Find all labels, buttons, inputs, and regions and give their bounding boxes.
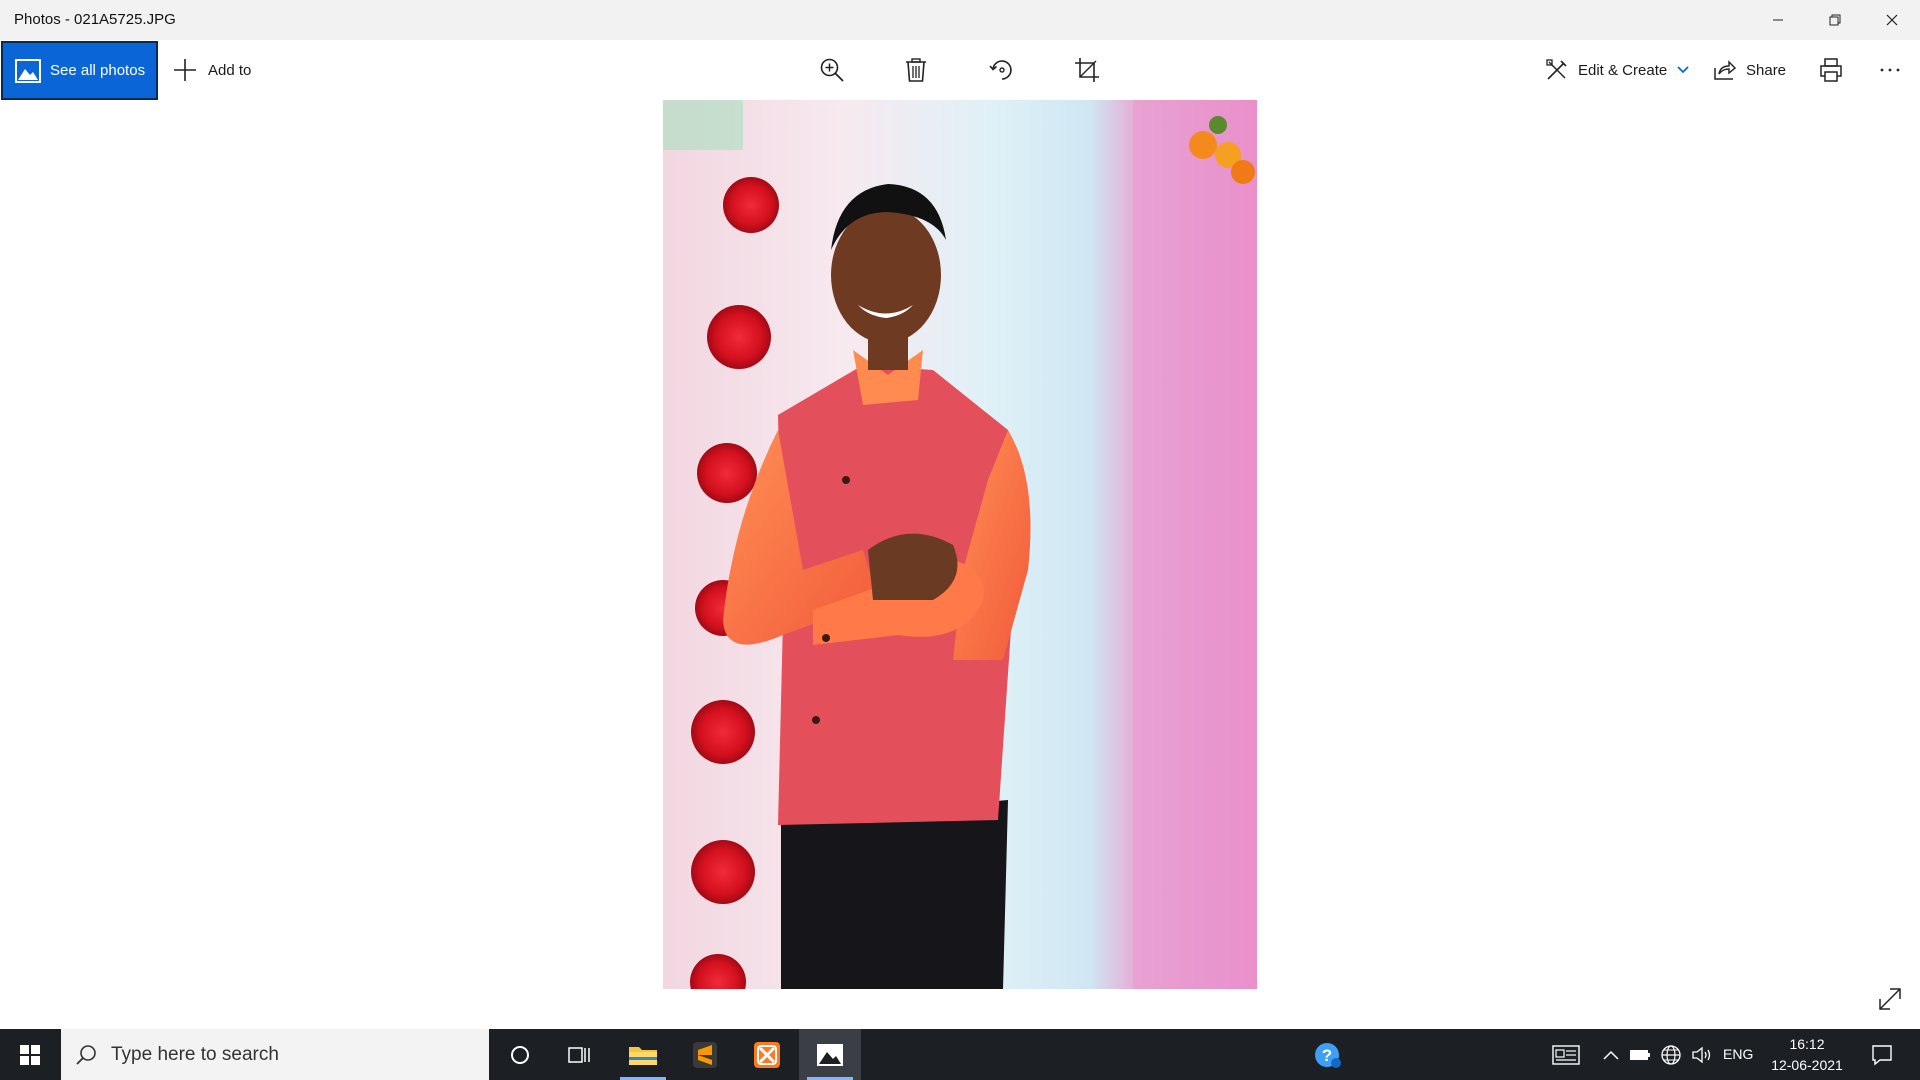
sublime-text-button[interactable] xyxy=(674,1029,736,1080)
minimize-button[interactable] xyxy=(1749,0,1806,40)
file-explorer-icon xyxy=(629,1046,657,1065)
plus-icon xyxy=(174,59,196,81)
gallery-icon xyxy=(15,58,41,83)
more-button[interactable] xyxy=(1874,54,1906,86)
start-button[interactable] xyxy=(0,1029,60,1080)
zoom-button[interactable] xyxy=(816,54,848,86)
notification-icon xyxy=(1872,1044,1892,1065)
search-icon xyxy=(76,1044,96,1065)
chevron-up-icon xyxy=(1603,1050,1619,1060)
xampp-button[interactable] xyxy=(736,1029,798,1080)
print-icon xyxy=(1820,58,1842,82)
add-to-button[interactable]: Add to xyxy=(172,54,251,86)
clock-time: 16:12 xyxy=(1789,1036,1825,1052)
network-button[interactable] xyxy=(1658,1029,1684,1080)
taskbar-search-box[interactable]: Type here to search xyxy=(61,1029,489,1080)
help-icon: ? xyxy=(1315,1042,1341,1068)
full-screen-button[interactable] xyxy=(1876,985,1904,1013)
close-icon xyxy=(1886,14,1897,26)
restore-icon xyxy=(1829,14,1840,26)
sublime-text-icon xyxy=(693,1041,717,1068)
portrait-photo xyxy=(663,100,1257,989)
print-button[interactable] xyxy=(1815,54,1847,86)
battery-button[interactable] xyxy=(1628,1029,1652,1080)
edit-create-button[interactable]: Edit & Create xyxy=(1546,54,1689,86)
title-bar: Photos - 021A5725.JPG xyxy=(0,0,1920,40)
help-button[interactable]: ? xyxy=(1310,1029,1346,1080)
news-icon xyxy=(1552,1044,1580,1065)
taskbar: Type here to search ? ENG 16:12 12-06-20… xyxy=(0,1029,1920,1080)
crop-icon xyxy=(1075,58,1099,82)
chevron-down-icon xyxy=(1677,66,1689,74)
see-all-photos-button[interactable]: See all photos xyxy=(1,41,158,100)
clock[interactable]: 16:12 12-06-2021 xyxy=(1767,1034,1847,1076)
volume-button[interactable] xyxy=(1689,1029,1715,1080)
photos-app-icon xyxy=(817,1043,843,1066)
rotate-button[interactable] xyxy=(986,54,1018,86)
clock-date: 12-06-2021 xyxy=(1771,1057,1843,1073)
delete-icon xyxy=(906,58,926,82)
task-view-icon xyxy=(568,1046,590,1063)
see-all-photos-label: See all photos xyxy=(50,62,146,79)
speaker-icon xyxy=(1692,1046,1711,1063)
cortana-icon xyxy=(511,1045,529,1064)
more-icon xyxy=(1880,68,1900,72)
expand-icon xyxy=(1879,988,1901,1010)
news-button[interactable] xyxy=(1547,1029,1585,1080)
zoom-in-icon xyxy=(820,58,844,82)
file-explorer-button[interactable] xyxy=(612,1029,674,1080)
delete-button[interactable] xyxy=(900,54,932,86)
cortana-button[interactable] xyxy=(492,1029,548,1080)
action-center-button[interactable] xyxy=(1862,1029,1902,1080)
input-language-indicator[interactable]: ENG xyxy=(1723,1046,1753,1062)
rotate-icon xyxy=(989,60,1012,80)
search-placeholder: Type here to search xyxy=(111,1043,279,1065)
window-title: Photos - 021A5725.JPG xyxy=(14,11,176,28)
edit-create-icon xyxy=(1546,59,1567,80)
svg-text:?: ? xyxy=(1322,1046,1332,1065)
photo-viewer-image[interactable] xyxy=(663,100,1257,989)
share-button[interactable]: Share xyxy=(1714,54,1786,86)
minimize-icon xyxy=(1772,19,1783,21)
photos-app-button[interactable] xyxy=(799,1029,861,1080)
show-hidden-icons-button[interactable] xyxy=(1599,1029,1623,1080)
globe-icon xyxy=(1661,1044,1681,1065)
crop-button[interactable] xyxy=(1071,54,1103,86)
share-icon xyxy=(1714,60,1736,80)
xampp-icon xyxy=(754,1041,780,1068)
toolbar: See all photos Add to Edit & Create Shar… xyxy=(0,40,1920,100)
add-to-label: Add to xyxy=(208,61,252,79)
windows-logo-icon xyxy=(20,1044,40,1065)
battery-icon xyxy=(1630,1049,1650,1060)
close-button[interactable] xyxy=(1863,0,1920,40)
task-view-button[interactable] xyxy=(552,1029,608,1080)
edit-create-label: Edit & Create xyxy=(1578,61,1668,79)
restore-button[interactable] xyxy=(1806,0,1863,40)
share-label: Share xyxy=(1746,61,1787,79)
